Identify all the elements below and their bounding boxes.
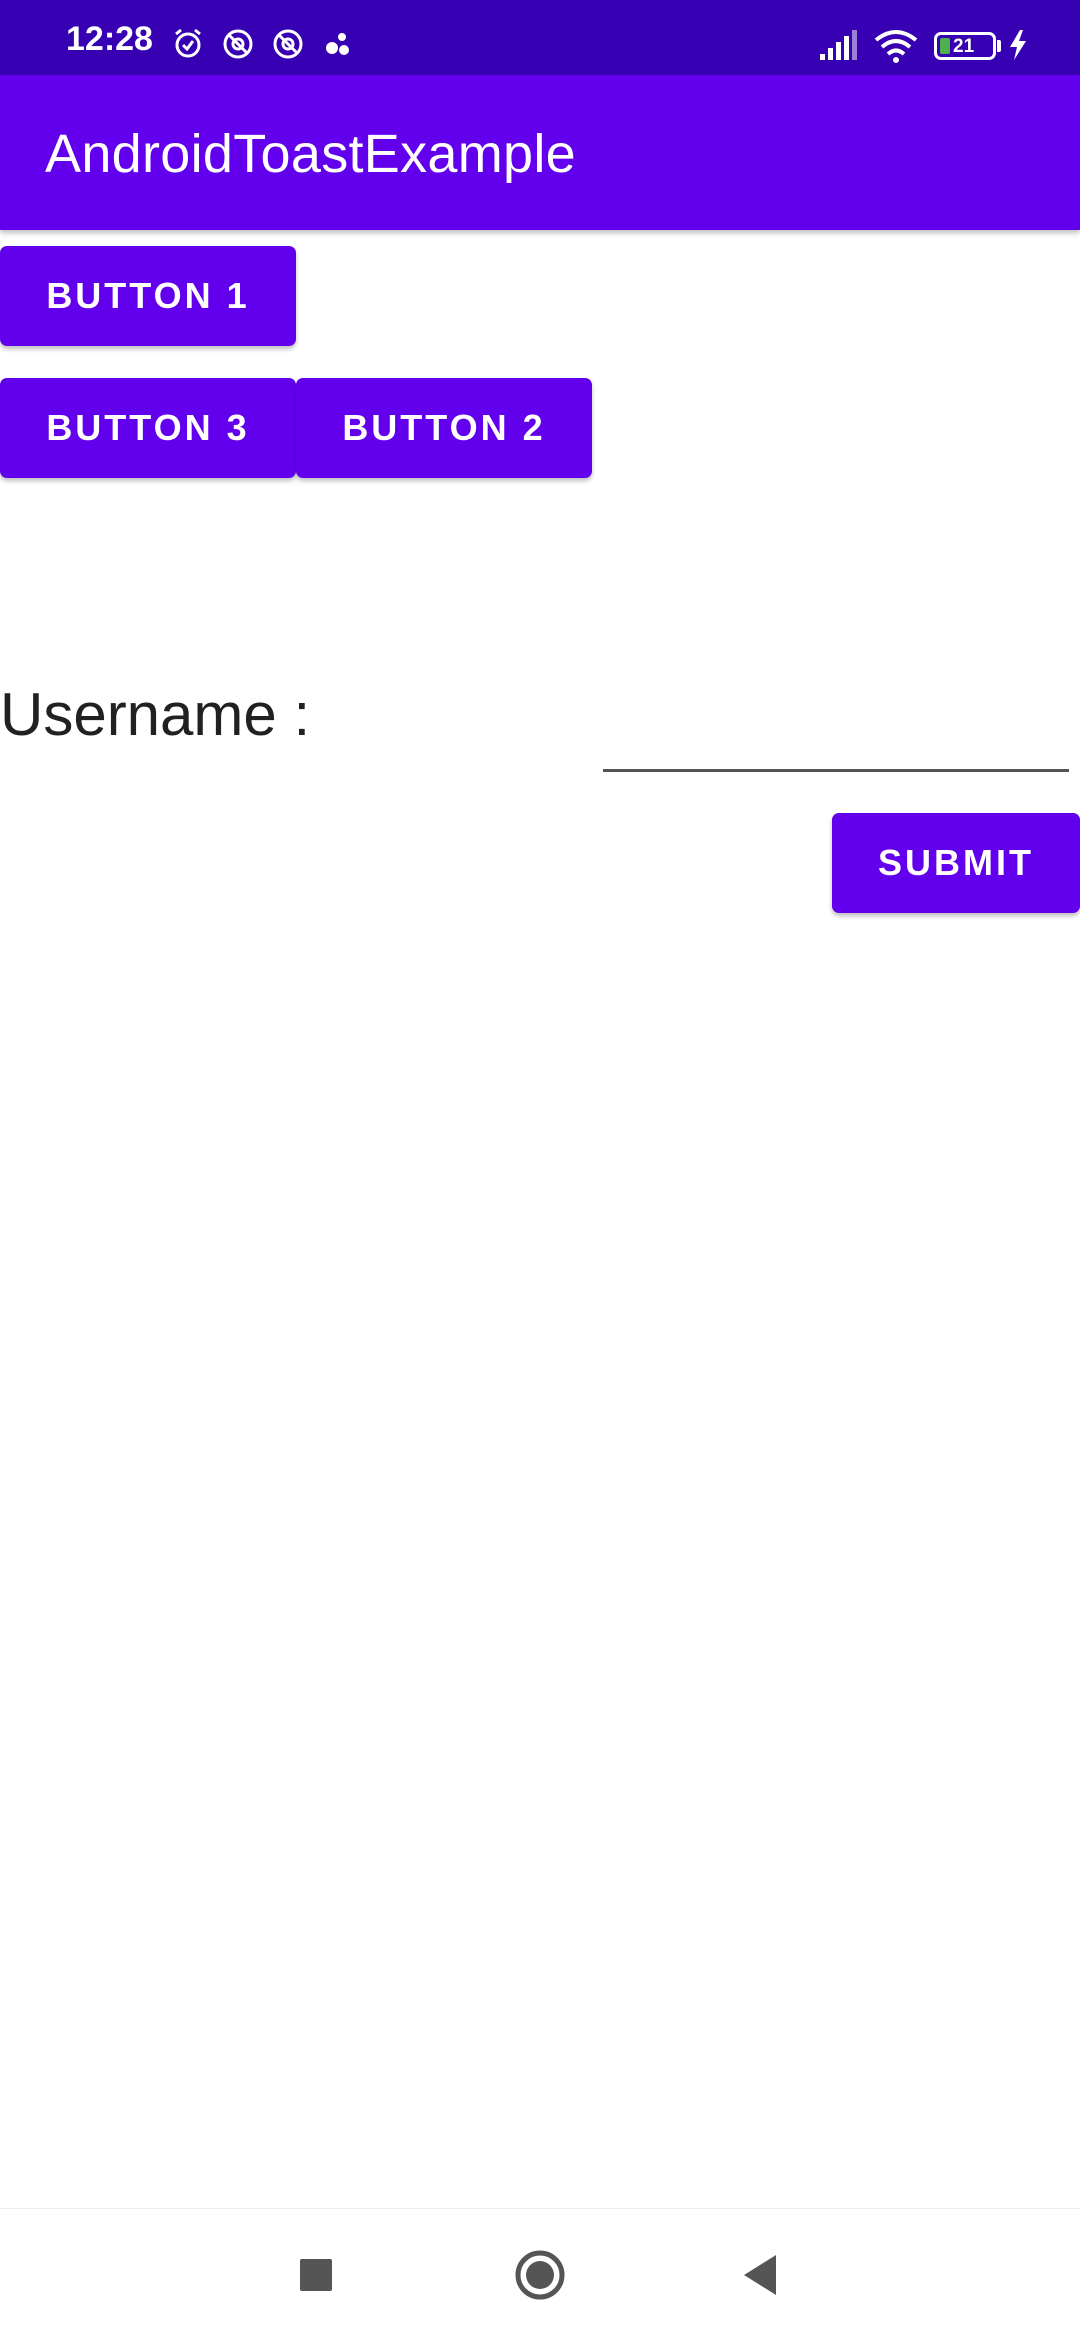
battery-level — [940, 38, 950, 54]
button-1[interactable]: BUTTON 1 — [0, 246, 296, 346]
app-title: AndroidToastExample — [45, 124, 576, 184]
signal-icon — [820, 30, 857, 60]
battery-icon: 21 — [934, 32, 996, 60]
back-button[interactable] — [696, 2209, 828, 2340]
username-input[interactable] — [603, 700, 1069, 772]
app-bar: AndroidToastExample — [0, 75, 1080, 230]
battery-tip — [997, 40, 1001, 52]
battery-percent: 21 — [953, 36, 975, 57]
button-2[interactable]: BUTTON 2 — [296, 378, 592, 478]
username-label: Username : — [0, 681, 311, 748]
recents-button[interactable] — [250, 2209, 382, 2340]
back-icon — [744, 2255, 776, 2295]
submit-button[interactable]: SUBMIT — [832, 813, 1080, 913]
wifi-icon — [874, 30, 918, 63]
at-sign-icon — [273, 29, 303, 59]
recents-icon — [300, 2259, 332, 2291]
charging-icon — [1010, 30, 1026, 60]
at-sign-icon — [223, 29, 253, 59]
navigation-bar — [0, 2208, 1080, 2340]
alarm-icon — [175, 28, 201, 58]
screen: 12:28 21 AndroidToastExample BUTTON 1 BU… — [0, 0, 1080, 2340]
status-bar: 12:28 21 — [0, 0, 1080, 75]
status-time: 12:28 — [66, 20, 153, 58]
home-button[interactable] — [474, 2209, 606, 2340]
app-icon — [326, 33, 349, 55]
home-icon — [515, 2250, 565, 2300]
button-3[interactable]: BUTTON 3 — [0, 378, 296, 478]
